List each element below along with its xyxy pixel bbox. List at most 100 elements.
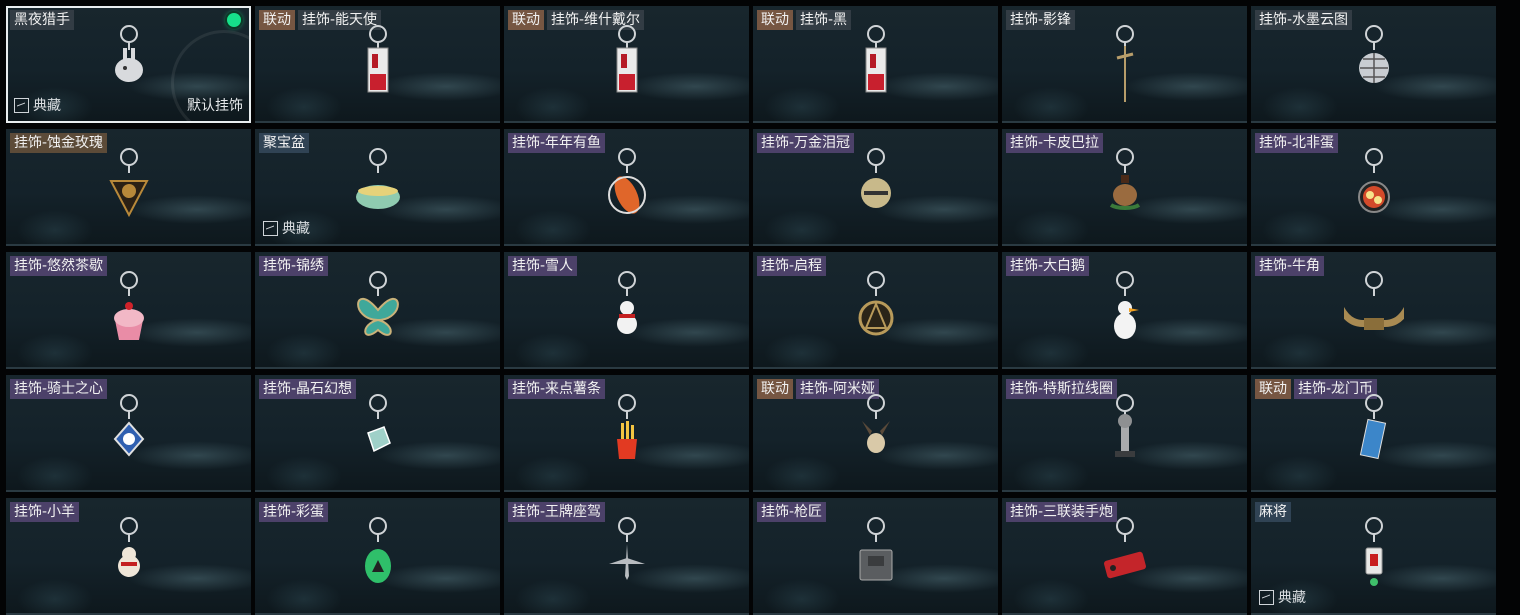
collection-icon: [14, 97, 29, 113]
charm-name: 挂饰-启程: [757, 256, 827, 276]
goose-icon: [1095, 270, 1155, 360]
charm-tagline: 挂饰-牛角: [1255, 256, 1325, 276]
charm-name: 挂饰-黑: [796, 10, 852, 30]
lungmen-coin-icon: [1344, 393, 1404, 483]
rocket-pod-icon: [1095, 516, 1155, 606]
charm-name: 挂饰-悠然茶歇: [10, 256, 108, 276]
charm-card[interactable]: 挂饰-万金泪冠: [753, 129, 998, 246]
charm-tagline: 挂饰-枪匠: [757, 502, 827, 522]
disco-ball-icon: [1344, 24, 1404, 114]
charm-card[interactable]: 挂饰-骑士之心: [6, 375, 251, 492]
charm-card[interactable]: 挂饰-悠然茶歇: [6, 252, 251, 369]
charm-tagline: 挂饰-彩蛋: [259, 502, 329, 522]
charm-tagline: 聚宝盆: [259, 133, 309, 153]
charm-card[interactable]: 聚宝盆 典藏: [255, 129, 500, 246]
mahjong-tile-icon: [1344, 516, 1404, 606]
arknights-card-icon: [846, 24, 906, 114]
charm-tagline: 挂饰-骑士之心: [10, 379, 108, 399]
charm-card[interactable]: 挂饰-年年有鱼: [504, 129, 749, 246]
crown-icon: [846, 147, 906, 237]
charm-tagline: 挂饰-王牌座驾: [508, 502, 606, 522]
charm-card[interactable]: 联动 挂饰-维什戴尔: [504, 6, 749, 123]
charm-name: 挂饰-晶石幻想: [259, 379, 357, 399]
pan-icon: [1344, 147, 1404, 237]
collection-badge: 典藏: [1259, 587, 1306, 607]
charm-name: 挂饰-小羊: [10, 502, 80, 522]
jet-icon: [597, 516, 657, 606]
charm-card[interactable]: 挂饰-晶石幻想: [255, 375, 500, 492]
charm-name: 挂饰-卡皮巴拉: [1006, 133, 1104, 153]
charm-card[interactable]: 挂饰-彩蛋: [255, 498, 500, 615]
knight-cross-icon: [99, 393, 159, 483]
charm-name: 挂饰-枪匠: [757, 502, 827, 522]
toolbox-icon: [846, 516, 906, 606]
charm-card[interactable]: 挂饰-蚀金玫瑰: [6, 129, 251, 246]
default-charm-label: 默认挂饰: [187, 98, 243, 114]
crystal-icon: [348, 393, 408, 483]
charm-card[interactable]: 联动 挂饰-阿米娅: [753, 375, 998, 492]
charm-name: 挂饰-彩蛋: [259, 502, 329, 522]
charm-card[interactable]: 挂饰-来点薯条: [504, 375, 749, 492]
collection-icon: [263, 220, 278, 236]
butterfly-icon: [348, 270, 408, 360]
sword-icon: [1095, 24, 1155, 114]
charm-card[interactable]: 麻将 典藏: [1251, 498, 1496, 615]
arknights-card-icon: [348, 24, 408, 114]
charm-name: 挂饰-雪人: [508, 256, 578, 276]
charm-card[interactable]: 挂饰-雪人: [504, 252, 749, 369]
charm-tagline: 黑夜猎手: [10, 10, 74, 30]
charm-card[interactable]: 联动 挂饰-黑: [753, 6, 998, 123]
collection-label: 典藏: [1278, 590, 1306, 606]
charm-card[interactable]: 挂饰-牛角: [1251, 252, 1496, 369]
charm-name: 挂饰-大白鹅: [1006, 256, 1090, 276]
charm-card[interactable]: 联动 挂饰-龙门币: [1251, 375, 1496, 492]
charm-card[interactable]: 挂饰-水墨云图: [1251, 6, 1496, 123]
charm-name: 挂饰-影锋: [1006, 10, 1076, 30]
charm-name: 麻将: [1255, 502, 1291, 522]
charm-tagline: 挂饰-来点薯条: [508, 379, 606, 399]
charm-name: 挂饰-蚀金玫瑰: [10, 133, 108, 153]
charm-name: 挂饰-牛角: [1255, 256, 1325, 276]
charm-name: 挂饰-王牌座驾: [508, 502, 606, 522]
charm-name: 挂饰-骑士之心: [10, 379, 108, 399]
charm-card[interactable]: 挂饰-王牌座驾: [504, 498, 749, 615]
charm-tagline: 挂饰-锦绣: [259, 256, 329, 276]
amiya-plush-icon: [846, 393, 906, 483]
collection-badge: 典藏: [14, 95, 61, 115]
charm-name: 挂饰-来点薯条: [508, 379, 606, 399]
charm-card[interactable]: 挂饰-小羊: [6, 498, 251, 615]
collab-badge: 联动: [757, 379, 793, 399]
charm-grid: 黑夜猎手 典藏 默认挂饰 联动 挂饰-能天使 联动 挂饰-维什戴尔 联动 挂饰-…: [6, 6, 1496, 615]
charm-card[interactable]: 挂饰-启程: [753, 252, 998, 369]
charm-tagline: 挂饰-晶石幻想: [259, 379, 357, 399]
charm-tagline: 挂饰-蚀金玫瑰: [10, 133, 108, 153]
charm-tagline: 麻将: [1255, 502, 1291, 522]
charm-card[interactable]: 挂饰-影锋: [1002, 6, 1247, 123]
rose-emblem-icon: [99, 147, 159, 237]
collab-badge: 联动: [259, 10, 295, 30]
collection-icon: [1259, 589, 1274, 605]
charm-tagline: 挂饰-影锋: [1006, 10, 1076, 30]
charm-card[interactable]: 挂饰-卡皮巴拉: [1002, 129, 1247, 246]
charm-card[interactable]: 黑夜猎手 典藏 默认挂饰: [6, 6, 251, 123]
charm-tagline: 挂饰-万金泪冠: [757, 133, 855, 153]
collection-label: 典藏: [33, 98, 61, 114]
treasure-bowl-icon: [348, 147, 408, 237]
charm-card[interactable]: 挂饰-枪匠: [753, 498, 998, 615]
charm-card[interactable]: 挂饰-大白鹅: [1002, 252, 1247, 369]
charm-tagline: 挂饰-大白鹅: [1006, 256, 1090, 276]
charm-card[interactable]: 联动 挂饰-能天使: [255, 6, 500, 123]
charm-card[interactable]: 挂饰-三联装手炮: [1002, 498, 1247, 615]
charm-tagline: 挂饰-水墨云图: [1255, 10, 1353, 30]
charm-tagline: 挂饰-卡皮巴拉: [1006, 133, 1104, 153]
capybara-icon: [1095, 147, 1155, 237]
egg-icon: [348, 516, 408, 606]
collab-badge: 联动: [757, 10, 793, 30]
charm-card[interactable]: 挂饰-北非蛋: [1251, 129, 1496, 246]
bull-horns-icon: [1330, 270, 1417, 360]
charm-card[interactable]: 挂饰-特斯拉线圈: [1002, 375, 1247, 492]
charm-name: 挂饰-年年有鱼: [508, 133, 606, 153]
tesla-coil-icon: [1095, 393, 1155, 483]
charm-card[interactable]: 挂饰-锦绣: [255, 252, 500, 369]
collab-badge: 联动: [508, 10, 544, 30]
